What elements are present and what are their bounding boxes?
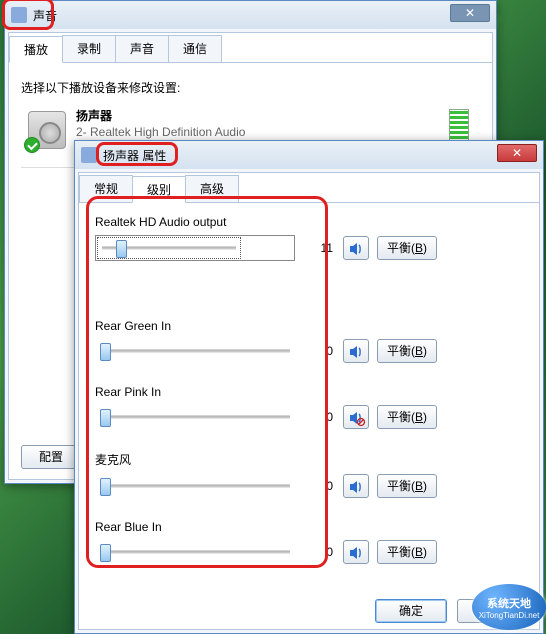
level-value: 0: [307, 479, 333, 493]
level-group: Rear Blue In 0 平衡(B): [95, 520, 523, 564]
mute-button[interactable]: [343, 405, 369, 429]
mute-button[interactable]: [343, 474, 369, 498]
level-value: 11: [307, 241, 333, 255]
level-group: 麦克风 0 平衡(B): [95, 451, 523, 498]
sound-titlebar[interactable]: 声音 ✕: [5, 1, 496, 29]
watermark-url: XiTongTianDi.net: [479, 611, 540, 620]
tab-comm[interactable]: 通信: [168, 35, 222, 62]
mute-button[interactable]: [343, 339, 369, 363]
window-icon: [11, 7, 27, 23]
close-button[interactable]: ✕: [497, 144, 537, 162]
sound-title: 声音: [33, 7, 490, 24]
instruction-text: 选择以下播放设备来修改设置:: [21, 79, 480, 96]
levels-panel: Realtek HD Audio output11平衡(B)Rear Green…: [79, 203, 539, 594]
watermark-title: 系统天地: [487, 595, 531, 611]
mute-button[interactable]: [343, 236, 369, 260]
ok-button[interactable]: 确定: [375, 599, 447, 623]
balance-button[interactable]: 平衡(B): [377, 339, 437, 363]
tab-levels[interactable]: 级别: [132, 176, 186, 203]
balance-button[interactable]: 平衡(B): [377, 474, 437, 498]
device-sub: 2- Realtek High Definition Audio: [76, 124, 449, 141]
tab-playback[interactable]: 播放: [9, 36, 63, 63]
configure-button[interactable]: 配置: [21, 445, 81, 469]
level-value: 0: [307, 344, 333, 358]
device-name: 扬声器: [76, 107, 449, 124]
tab-general[interactable]: 常规: [79, 175, 133, 202]
sound-tabs: 播放 录制 声音 通信: [9, 33, 492, 63]
balance-button[interactable]: 平衡(B): [377, 236, 437, 260]
level-label: Rear Pink In: [95, 385, 523, 399]
watermark: 系统天地 XiTongTianDi.net: [472, 584, 546, 630]
level-label: Rear Blue In: [95, 520, 523, 534]
level-label: 麦克风: [95, 451, 523, 468]
balance-button[interactable]: 平衡(B): [377, 405, 437, 429]
level-label: Rear Green In: [95, 319, 523, 333]
level-value: 0: [307, 545, 333, 559]
tab-advanced[interactable]: 高级: [185, 175, 239, 202]
mute-button[interactable]: [343, 540, 369, 564]
volume-slider[interactable]: [95, 406, 295, 428]
close-button[interactable]: ✕: [450, 4, 490, 22]
level-label: Realtek HD Audio output: [95, 215, 523, 229]
volume-slider[interactable]: [95, 235, 295, 261]
properties-titlebar[interactable]: 扬声器 属性 ✕: [75, 141, 543, 169]
balance-button[interactable]: 平衡(B): [377, 540, 437, 564]
level-group: Rear Green In 0 平衡(B): [95, 319, 523, 363]
volume-slider[interactable]: [95, 340, 295, 362]
speaker-properties-window[interactable]: 扬声器 属性 ✕ 常规 级别 高级 Realtek HD Audio outpu…: [74, 140, 544, 634]
window-icon: [81, 147, 97, 163]
properties-title: 扬声器 属性: [103, 147, 537, 164]
tab-sounds[interactable]: 声音: [115, 35, 169, 62]
level-group: Rear Pink In 0 平衡(B): [95, 385, 523, 429]
level-value: 0: [307, 410, 333, 424]
level-group: Realtek HD Audio output 11 平衡(B): [95, 215, 523, 261]
volume-slider[interactable]: [95, 475, 295, 497]
default-check-icon: [24, 137, 40, 153]
properties-tabs: 常规 级别 高级: [79, 173, 539, 203]
volume-slider[interactable]: [95, 541, 295, 563]
tab-recording[interactable]: 录制: [62, 35, 116, 62]
